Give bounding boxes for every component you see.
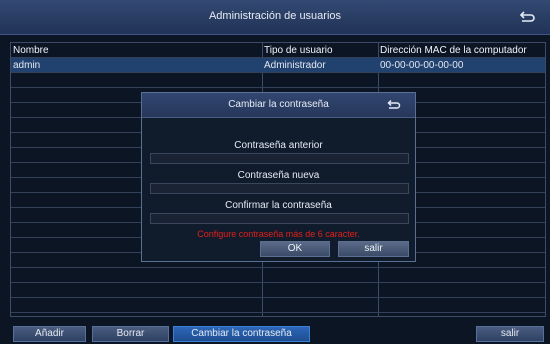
table-row[interactable] xyxy=(11,268,545,283)
window-title: Administración de usuarios xyxy=(208,10,342,22)
old-password-label: Contraseña anterior xyxy=(234,140,323,151)
header-mac-address[interactable]: Dirección MAC de la computador xyxy=(378,43,545,58)
ok-button[interactable]: OK xyxy=(260,241,330,257)
new-password-label: Contraseña nueva xyxy=(237,170,320,181)
old-password-field[interactable] xyxy=(150,153,409,164)
return-arrow-icon[interactable] xyxy=(385,97,401,111)
confirm-password-field[interactable] xyxy=(150,213,409,224)
table-row[interactable]: admin Administrador 00-00-00-00-00-00 xyxy=(11,58,545,73)
confirm-password-label: Confirmar la contraseña xyxy=(225,200,332,211)
delete-button[interactable]: Borrar xyxy=(92,326,169,342)
new-password-field[interactable] xyxy=(150,183,409,194)
header-name[interactable]: Nombre xyxy=(11,43,262,58)
return-arrow-icon[interactable] xyxy=(518,8,536,24)
cell-name: admin xyxy=(13,60,41,71)
add-button[interactable]: Añadir xyxy=(13,326,86,342)
dialog-title: Cambiar la contraseña xyxy=(228,99,329,110)
header-user-type[interactable]: Tipo de usuario xyxy=(262,43,378,58)
cell-user-type: Administrador xyxy=(264,60,326,71)
password-warning: Configure contraseña más de 6 caracter. xyxy=(197,229,360,239)
title-bar: Administración de usuarios xyxy=(0,0,550,35)
table-row[interactable] xyxy=(11,298,545,313)
exit-button[interactable]: salir xyxy=(476,326,544,342)
change-password-dialog: Cambiar la contraseña Contraseña anterio… xyxy=(141,92,416,262)
dialog-title-bar: Cambiar la contraseña xyxy=(142,93,415,118)
table-row[interactable] xyxy=(11,73,545,88)
cell-mac-address: 00-00-00-00-00-00 xyxy=(380,60,464,71)
user-admin-window: Administración de usuarios Nombre Tipo d… xyxy=(0,0,550,344)
dialog-exit-button[interactable]: salir xyxy=(338,241,409,257)
table-row[interactable] xyxy=(11,283,545,298)
table-header-row: Nombre Tipo de usuario Dirección MAC de … xyxy=(11,43,545,58)
change-password-button[interactable]: Cambiar la contraseña xyxy=(173,326,310,342)
